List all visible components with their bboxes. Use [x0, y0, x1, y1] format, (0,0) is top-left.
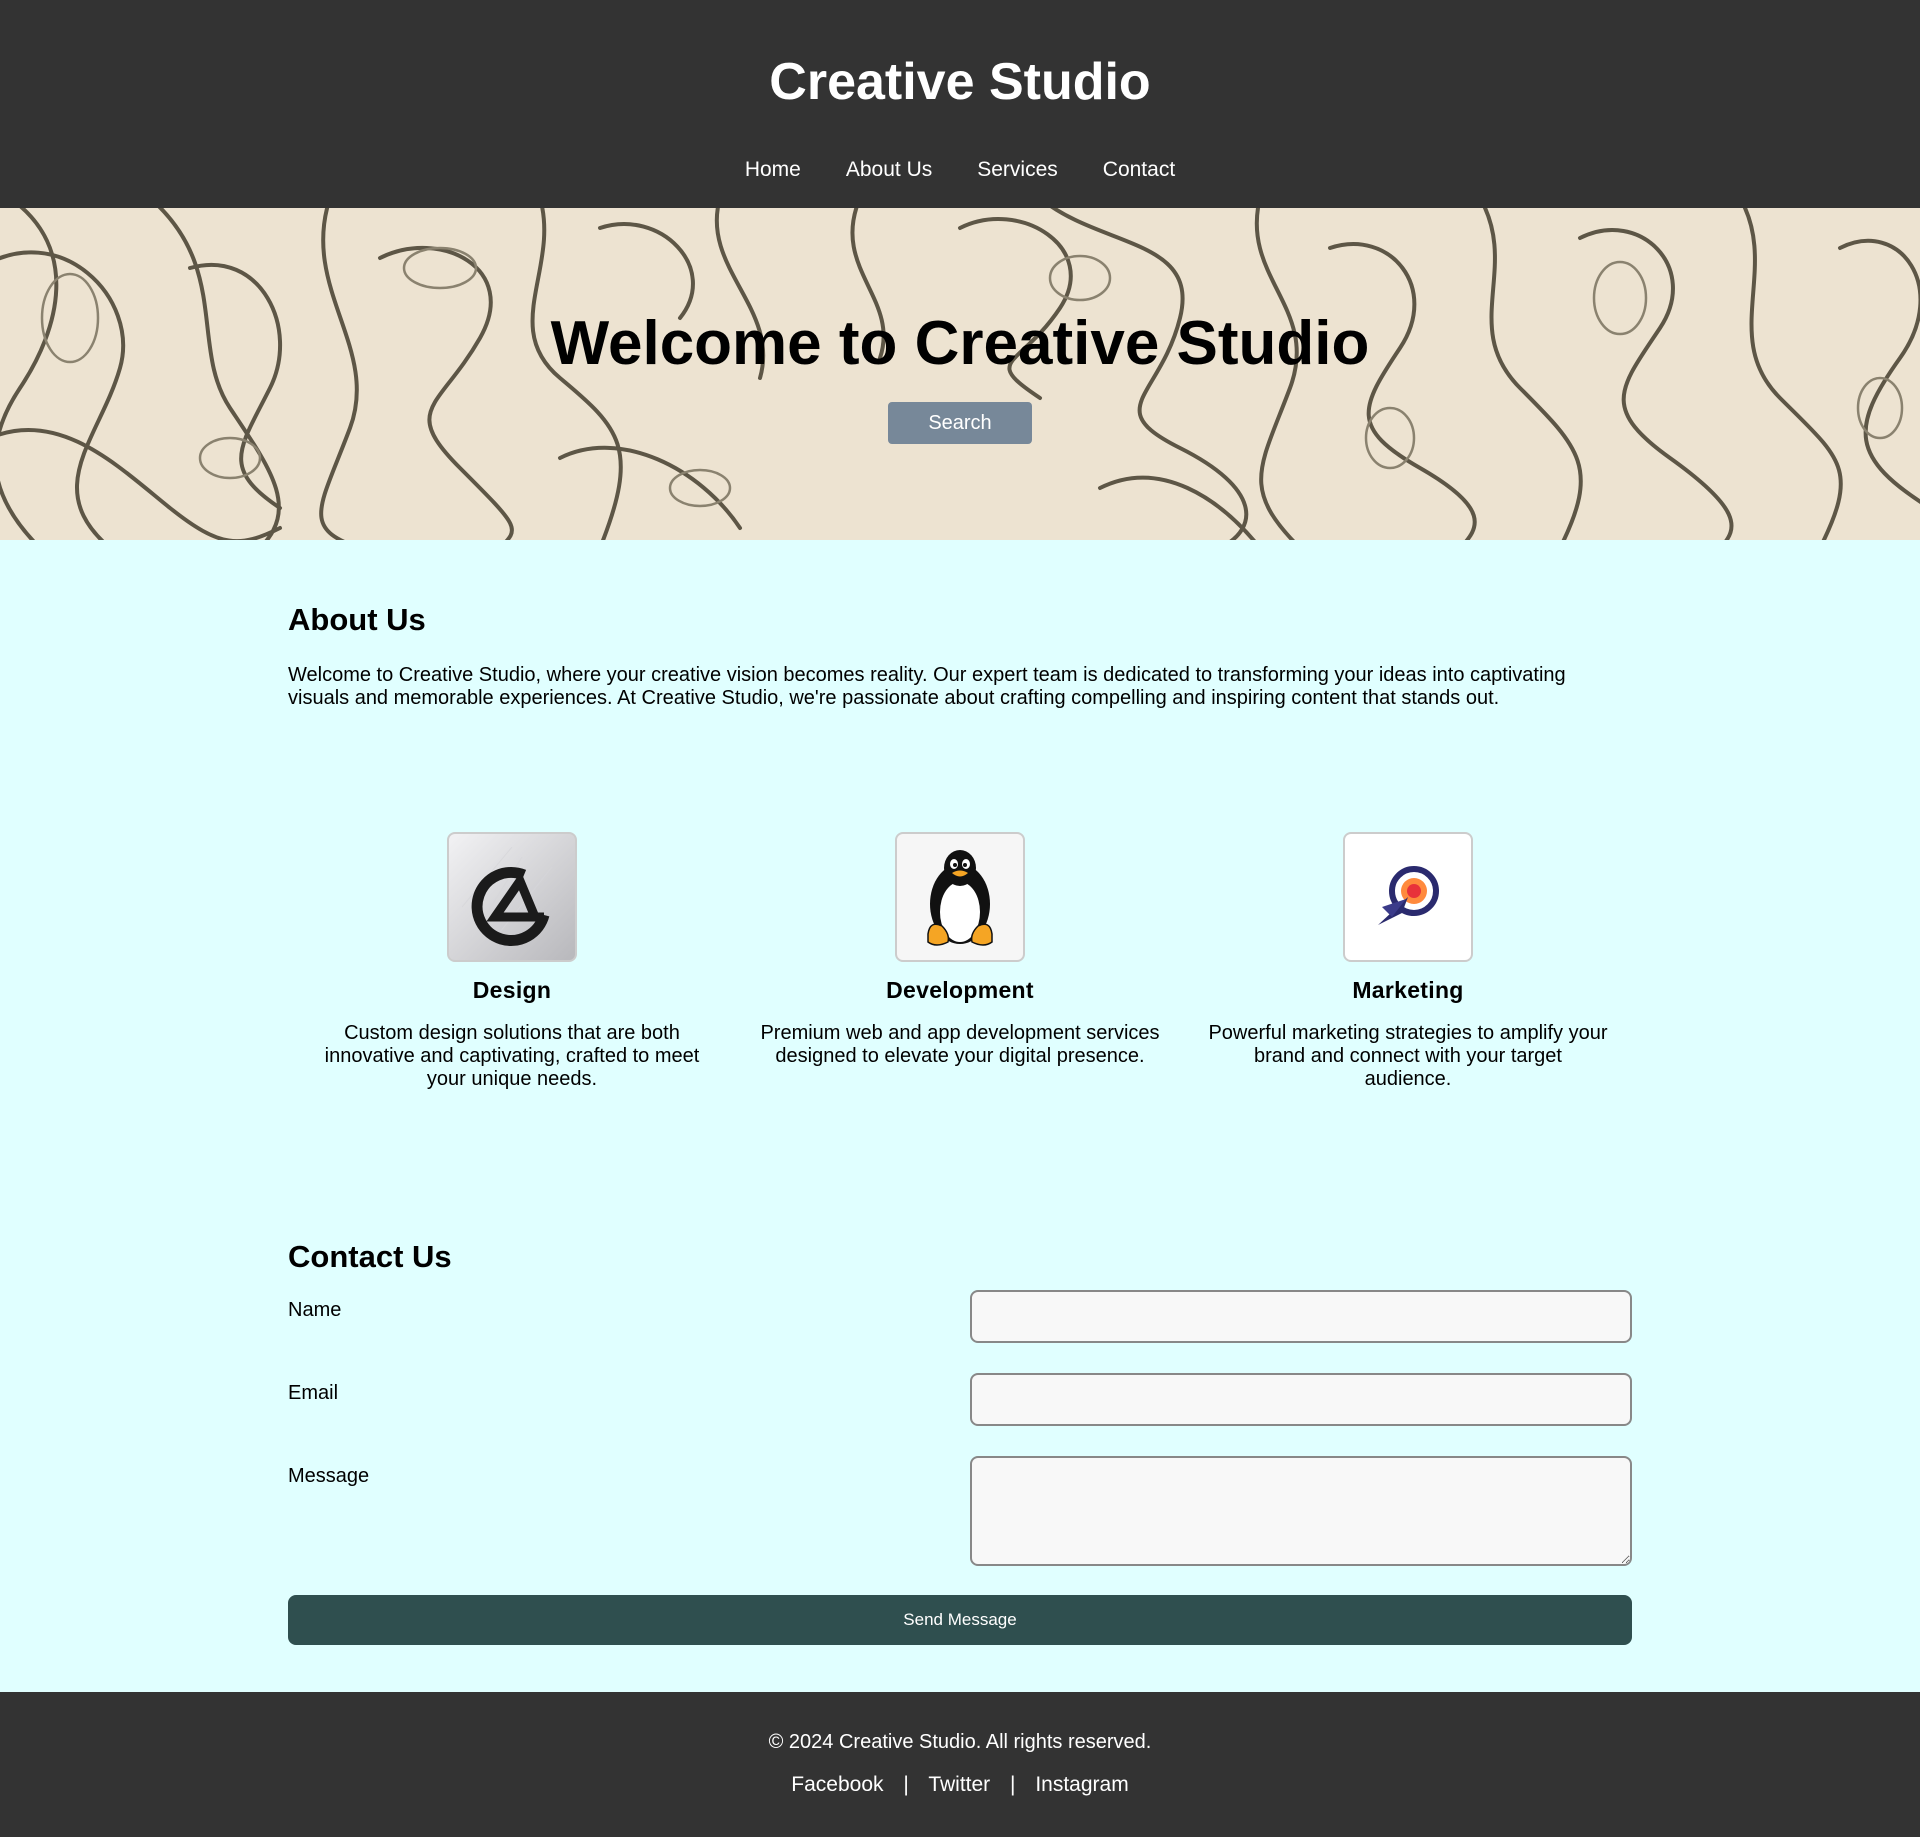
message-label: Message: [288, 1465, 370, 1487]
about-text: Welcome to Creative Studio, where your c…: [288, 664, 1566, 709]
service-title-design: Design: [472, 977, 552, 1003]
facebook-link[interactable]: Facebook: [791, 1773, 883, 1796]
nav-about-us[interactable]: About Us: [846, 156, 932, 184]
design-logo-icon: [447, 832, 577, 962]
hero-banner: Welcome to Creative Studio Search: [0, 208, 1920, 540]
contact-title: Contact Us: [288, 1239, 452, 1274]
main-nav: Home About Us Services Contact: [0, 156, 1920, 184]
copyright-text: © 2024 Creative Studio. All rights reser…: [768, 1731, 1152, 1753]
hero-title: Welcome to Creative Studio: [550, 309, 1370, 378]
nav-home[interactable]: Home: [745, 156, 801, 184]
service-title-development: Development: [886, 977, 1034, 1003]
target-rocket-icon: [1343, 832, 1473, 962]
service-title-marketing: Marketing: [1352, 977, 1464, 1003]
service-desc-marketing: Powerful marketing strategies to amplify…: [1208, 1022, 1608, 1090]
about-title: About Us: [288, 602, 426, 637]
service-card-marketing: Marketing Powerful marketing strategies …: [1204, 832, 1612, 1091]
name-row: Name: [288, 1290, 1632, 1343]
service-desc-design: Custom design solutions that are both in…: [324, 1022, 700, 1090]
contact-section: Contact Us Name Email Message Send Messa…: [288, 1237, 1632, 1645]
site-title: Creative Studio: [769, 53, 1151, 111]
twitter-link[interactable]: Twitter: [928, 1773, 990, 1796]
nav-services[interactable]: Services: [977, 156, 1058, 184]
instagram-link[interactable]: Instagram: [1035, 1773, 1128, 1796]
site-header: Creative Studio Home About Us Services C…: [0, 0, 1920, 208]
name-label: Name: [288, 1299, 342, 1321]
message-row: Message: [288, 1456, 1632, 1566]
nav-contact[interactable]: Contact: [1103, 156, 1175, 184]
services-section: Design Custom design solutions that are …: [288, 832, 1632, 1091]
service-desc-development: Premium web and app development services…: [760, 1022, 1160, 1067]
separator: |: [903, 1773, 909, 1796]
service-card-development: Development Premium web and app developm…: [756, 832, 1164, 1091]
linux-penguin-icon: [895, 832, 1025, 962]
search-button[interactable]: Search: [888, 402, 1032, 444]
service-card-design: Design Custom design solutions that are …: [308, 832, 716, 1091]
separator: |: [1010, 1773, 1016, 1796]
site-footer: © 2024 Creative Studio. All rights reser…: [0, 1692, 1920, 1837]
name-field[interactable]: [970, 1290, 1632, 1343]
about-section: About Us Welcome to Creative Studio, whe…: [288, 540, 1632, 710]
send-message-button[interactable]: Send Message: [288, 1595, 1632, 1645]
contact-form: Name Email Message Send Message: [288, 1290, 1632, 1645]
message-field[interactable]: [970, 1456, 1632, 1566]
email-row: Email: [288, 1373, 1632, 1426]
social-links: Facebook | Twitter | Instagram: [0, 1772, 1920, 1798]
email-field[interactable]: [970, 1373, 1632, 1426]
email-label: Email: [288, 1382, 339, 1404]
main-content: About Us Welcome to Creative Studio, whe…: [288, 540, 1632, 1645]
